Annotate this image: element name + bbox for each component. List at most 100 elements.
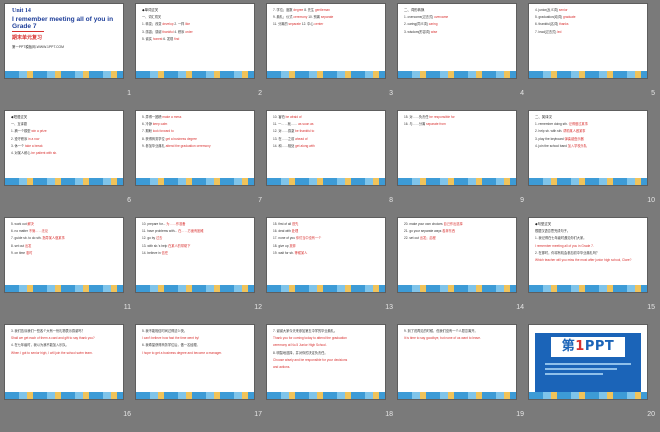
logo-mark: 第1PPT: [551, 337, 625, 357]
prompt-text: 21. go your separate ways: [404, 229, 443, 234]
slide-thumbnail[interactable]: 5. 弄得一团糟 make a mess 6. 冷静 keep calm 7. 期盼…: [136, 111, 254, 185]
slide-thumbnail[interactable]: Unit 14 I remember meeting all of you in …: [5, 4, 123, 78]
slide-text-line: 2. 遵守秩序 in a row: [11, 137, 119, 141]
slide-thumbnail[interactable]: 10. 害怕 be afraid of 11. 一……就…… as soon as…: [267, 111, 385, 185]
slide-number: 1: [127, 90, 131, 97]
slide-thumbnail[interactable]: 5. work out 解决 6. no matter 不管……无论 7. guid…: [5, 218, 123, 292]
slide-thumbnail[interactable]: 二、英译汉 1. remember doing sth. 记得做过某事 2. hel…: [529, 111, 647, 185]
slide-thumbnail[interactable]: 7. 谢谢大家今天来参加第五中学的毕业典礼。 Thank you for comi…: [267, 325, 385, 399]
slide-text-line: I can't believe how fast the time went b…: [142, 336, 250, 340]
slide-text-line: 8. set out 出发: [11, 244, 119, 248]
prompt-text: 7. 谢谢大家今天来参加第五中学的毕业典礼。: [273, 329, 338, 333]
slide-text-line: 2. 在那时，你将有机会参加初中毕业典礼吗？: [535, 251, 643, 255]
slide-text-line: 4. 对某人耐心 be patient with sb.: [11, 151, 119, 155]
prompt-text: 3. 我们告诉我们一些各个大有一份礼物表示感谢吗？: [11, 329, 85, 333]
slide-text-line: 20. make your own choices 自己作出选择: [404, 222, 512, 226]
slide-content: 二、英译汉 1. remember doing sth. 记得做过某事 2. hel…: [529, 111, 647, 185]
prompt-text: 6. thankful(名词): [535, 22, 560, 27]
prompt-text: 11. 一……就……: [273, 122, 299, 127]
answer-text: 处理: [291, 229, 299, 234]
slide-text-line: 12. go by 过去: [142, 236, 250, 240]
slide-thumbnail[interactable]: 15. 对……负责任 be responsible for 16. 与……分离 s…: [398, 111, 516, 185]
slide-content: 5. 弄得一团糟 make a mess 6. 冷静 keep calm 7. 期盼…: [136, 111, 254, 185]
answer-text: 帮助某人做某事: [563, 129, 586, 134]
slide-thumbnail[interactable]: ◆短语过关 一、互译题 1. 摘一个模型 win a prize 2. 遵守秩序 in…: [5, 111, 123, 185]
logo-text-bar: [545, 373, 603, 376]
decorative-footer-band: [136, 285, 254, 292]
slide-text-line: and actions.: [273, 365, 381, 369]
slide-thumbnail[interactable]: 10. prepare for... 为……作准备 11. have proble…: [136, 218, 254, 292]
slide-text-line: 11. have problems with... 在……方面有困难: [142, 229, 250, 233]
logo-text-bar: [545, 363, 631, 366]
slide-text-line: ◆句型过关: [535, 222, 643, 226]
slide-thumbnail[interactable]: 5. 我不能相信时间过得这么快。 I can't believe how fast…: [136, 325, 254, 399]
answer-text: separate: [288, 22, 301, 27]
prompt-text: 8. 明智地选择，并对你的决定负责任。: [273, 350, 328, 355]
slide-text-line: 5. 诚实 honest 6. 发现 find: [142, 37, 250, 41]
slide-text-line: 15. first of all 首先: [273, 222, 381, 226]
answer-text: center: [314, 22, 324, 27]
prompt-text: 1. overcome(过去式): [404, 15, 435, 20]
answer-text: and actions.: [273, 365, 291, 369]
slide-unit-label: Unit 14: [12, 8, 31, 14]
slide-number: 6: [127, 197, 131, 204]
slide-text-line: ceremony at No.5 Junior High School.: [273, 343, 381, 347]
prompt-text: 9. 参加毕业典礼: [142, 143, 166, 148]
prompt-text: 3. wisdom(形容词): [404, 29, 431, 34]
slide-text-line: I remember meeting all of you in Grade 7…: [535, 244, 643, 248]
decorative-footer-band: [5, 71, 123, 78]
slide-text-line: 3. play the keyboard 弹奏键盘乐器: [535, 137, 643, 141]
slide-text-line: 4. junior(反义词) senior: [535, 8, 643, 12]
answer-text: separate from: [426, 122, 446, 127]
decorative-footer-band: [267, 392, 385, 399]
slide-thumbnail[interactable]: 3. 我们告诉我们一些各个大有一份礼物表示感谢吗？ Shall we get ea…: [5, 325, 123, 399]
prompt-text: 10. prepare for...: [142, 222, 167, 226]
logo-prefix: 第: [561, 339, 576, 354]
decorative-footer-band: [529, 178, 647, 185]
prompt-text: 8. set out: [11, 243, 25, 248]
prompt-text: 14. believe in: [142, 250, 162, 255]
slide-text-line: 3. 我们告诉我们一些各个大有一份礼物表示感谢吗？: [11, 329, 119, 333]
slide-thumbnail[interactable]: ◆句型过关根据汉语意思完成句子。 1. 我记得在七年级时遇见你们大家。 I reme…: [529, 218, 647, 292]
slide-thumbnail[interactable]: 15. first of all 首先 16. deal with 处理 17. n…: [267, 218, 385, 292]
slide-content: 5. work out 解决 6. no matter 不管……无论 7. guid…: [5, 218, 123, 292]
answer-text: led: [557, 29, 562, 34]
answer-text: 过去: [156, 236, 163, 241]
prompt-text: 1. remember doing sth.: [535, 122, 569, 127]
slide-text-line: 10. prepare for... 为……作准备: [142, 222, 250, 226]
answer-text: develop: [162, 22, 174, 27]
answer-text: 出发；启程: [419, 236, 436, 241]
slide-thumbnail[interactable]: 二、词形转换 1. overcome(过去式) overcame 2. caring…: [398, 4, 516, 78]
prompt-text: 20. make your own choices: [404, 222, 444, 226]
slide-thumbnail[interactable]: 7. 学位；度数 degree 8. 先生 gentleman 9. 典礼；仪式 …: [267, 4, 385, 78]
prompt-text: 根据汉语意思完成句子。: [535, 229, 571, 234]
prompt-text: 1. 转变；改变: [142, 22, 163, 27]
slide-thumbnail[interactable]: 第1PPT: [529, 325, 647, 399]
slide-number: 8: [389, 197, 393, 204]
slide-text-line: Shall we get each of them a card and gif…: [11, 336, 119, 340]
decorative-footer-band: [267, 285, 385, 292]
answer-text: take a break: [25, 143, 43, 148]
slide-text-line: 8. 获得商务学位 get a business degree: [142, 137, 250, 141]
slide-thumbnail[interactable]: 20. make your own choices 自己作出选择 21. go y…: [398, 218, 516, 292]
slide-thumbnail[interactable]: ◆单词过关 一、词汇闯关 1. 转变；改变 develop 2. 一样 like 3.…: [136, 4, 254, 78]
slide-text-line: 4. join the school band 加入学校乐队: [535, 144, 643, 148]
answer-text: I remember meeting all of you in Grade 7…: [535, 243, 594, 248]
slide-thumbnail[interactable]: 4. junior(反义词) senior 5. graduation(动词) g…: [529, 4, 647, 78]
answer-text: thanks: [559, 22, 569, 27]
prompt-text: 7. 学位；度数: [273, 8, 294, 12]
slide-text-line: 16. deal with 处理: [273, 229, 381, 233]
prompt-text: 2. 一样: [173, 22, 186, 27]
slide-text-line: 1. overcome(过去式) overcame: [404, 15, 512, 19]
answer-text: 信任: [161, 250, 169, 255]
slide-content: 9. 到了说再见的时候，但我们没有一个人愿意离开。 It is time to s…: [398, 325, 516, 399]
answer-text: get a business degree: [165, 136, 197, 141]
answer-text: 在……方面有困难: [178, 229, 204, 234]
prompt-text: 1. 我记得在七年级时遇见你们大家。: [535, 236, 587, 241]
slide-text-line: 二、英译汉: [535, 115, 643, 119]
decorative-footer-band: [5, 178, 123, 185]
prompt-text: 3. 休一个: [11, 143, 25, 148]
slide-thumbnail[interactable]: 9. 到了说再见的时候，但我们没有一个人愿意离开。 It is time to s…: [398, 325, 516, 399]
decorative-footer-band: [529, 392, 647, 399]
decorative-footer-band: [398, 71, 516, 78]
